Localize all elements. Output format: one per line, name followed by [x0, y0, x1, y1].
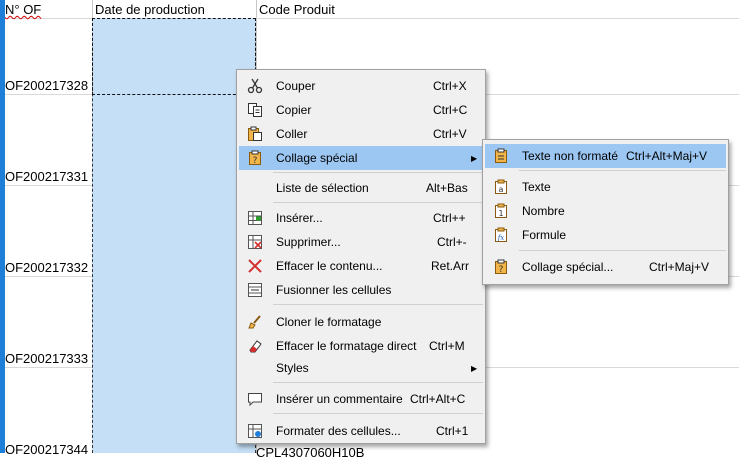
menu-item-label: Supprimer... — [276, 235, 341, 249]
menu-item-label: Insérer... — [276, 211, 323, 225]
menu-item-label: Effacer le formatage direct — [276, 339, 417, 353]
unformatted-text-icon — [493, 148, 509, 164]
number-icon: 1 — [493, 203, 509, 219]
of-cell[interactable]: OF200217344 — [5, 442, 88, 458]
menu-item-label: Styles — [276, 361, 309, 375]
paste-special-icon: ? — [493, 259, 509, 275]
menu-item-label: Couper — [276, 79, 316, 93]
active-cell[interactable] — [92, 18, 256, 95]
menu-separator — [273, 202, 483, 203]
of-cell[interactable]: OF200217332 — [5, 260, 88, 276]
menu-shortcut: Alt+Bas — [426, 181, 468, 195]
submenu-item-text[interactable]: a Texte — [485, 175, 726, 199]
format-cells-icon — [247, 423, 263, 439]
menu-item-label: Copier — [276, 103, 312, 117]
menu-item-clear-contents[interactable]: Effacer le contenu... Ret.Arr — [239, 254, 483, 278]
paste-special-icon: ? — [247, 150, 263, 166]
menu-item-label: Fusionner les cellules — [276, 283, 392, 297]
menu-item-label: Liste de sélection — [276, 181, 369, 195]
insert-cells-icon — [247, 210, 263, 226]
context-menu: Couper Ctrl+X Copier Ctrl+C Coller Ctrl+… — [236, 69, 486, 444]
menu-item-label: Formater des cellules... — [276, 424, 401, 438]
menu-shortcut: Ret.Arr — [431, 259, 470, 273]
menu-item-label: Effacer le contenu... — [276, 259, 383, 273]
menu-item-insert-comment[interactable]: Insérer un commentaire Ctrl+Alt+C — [239, 387, 483, 411]
formula-icon: fx — [493, 227, 509, 243]
svg-text:fx: fx — [497, 234, 505, 242]
menu-item-insert[interactable]: Insérer... Ctrl++ — [239, 206, 483, 230]
submenu-item-unformatted-text[interactable]: Texte non formaté Ctrl+Alt+Maj+V — [485, 144, 726, 168]
menu-separator — [273, 304, 483, 305]
menu-separator — [273, 382, 483, 383]
menu-item-label: Collage spécial — [276, 151, 358, 165]
scissors-icon — [247, 78, 263, 94]
menu-item-label: Cloner le formatage — [276, 315, 382, 329]
menu-separator — [273, 413, 483, 414]
submenu-item-formula[interactable]: fx Formule — [485, 223, 726, 247]
menu-item-delete[interactable]: Supprimer... Ctrl+- — [239, 230, 483, 254]
row-selection-indicator — [0, 0, 5, 453]
menu-item-clear-direct-formatting[interactable]: Effacer le formatage direct Ctrl+M — [239, 334, 483, 358]
svg-text:1: 1 — [498, 209, 503, 218]
delete-cells-icon — [247, 234, 263, 250]
menu-shortcut: Ctrl+Alt+C — [410, 392, 466, 406]
submenu-item-label: Nombre — [522, 204, 565, 218]
svg-text:?: ? — [253, 156, 258, 166]
menu-shortcut: Ctrl+V — [433, 127, 467, 141]
submenu-item-label: Collage spécial... — [522, 260, 614, 274]
menu-shortcut: Ctrl+X — [433, 79, 467, 93]
of-cell[interactable]: OF200217333 — [5, 351, 88, 367]
menu-item-label: Coller — [276, 127, 308, 141]
eraser-icon — [247, 338, 263, 354]
comment-icon — [247, 391, 263, 407]
submenu-item-label: Formule — [522, 228, 567, 242]
header-code[interactable]: Code Produit — [259, 2, 335, 18]
header-of-label: N° OF — [5, 2, 42, 17]
submenu-item-number[interactable]: 1 Nombre — [485, 199, 726, 223]
of-cell[interactable]: OF200217328 — [5, 78, 88, 94]
submenu-item-label: Texte — [522, 180, 551, 194]
menu-item-paste-special[interactable]: ? Collage spécial ▶ — [239, 146, 483, 170]
submenu-shortcut: Ctrl+Alt+Maj+V — [626, 149, 708, 163]
menu-shortcut: Ctrl+1 — [436, 424, 469, 438]
submenu-shortcut: Ctrl+Maj+V — [649, 260, 710, 274]
menu-item-cut[interactable]: Couper Ctrl+X — [239, 74, 483, 98]
svg-text:?: ? — [499, 265, 504, 275]
submenu-item-paste-special[interactable]: ? Collage spécial... Ctrl+Maj+V — [485, 255, 726, 279]
menu-item-label: Insérer un commentaire — [276, 392, 403, 406]
menu-shortcut: Ctrl+M — [429, 339, 465, 353]
merge-cells-icon — [247, 282, 263, 298]
submenu-arrow-icon: ▶ — [471, 153, 478, 163]
menu-shortcut: Ctrl+- — [437, 235, 467, 249]
text-icon: a — [493, 179, 509, 195]
menu-shortcut: Ctrl++ — [433, 211, 466, 225]
submenu-item-label: Texte non formaté — [522, 149, 619, 163]
menu-item-paste[interactable]: Coller Ctrl+V — [239, 122, 483, 146]
svg-text:a: a — [499, 185, 504, 194]
header-date[interactable]: Date de production — [95, 2, 205, 18]
menu-shortcut: Ctrl+C — [433, 103, 468, 117]
clipboard-icon — [247, 126, 263, 142]
menu-item-merge-cells[interactable]: Fusionner les cellules — [239, 278, 483, 302]
menu-item-copy[interactable]: Copier Ctrl+C — [239, 98, 483, 122]
code-cell[interactable]: CPL4307060H10B — [256, 445, 364, 461]
menu-item-clone-formatting[interactable]: Cloner le formatage — [239, 310, 483, 334]
copy-icon — [247, 102, 263, 118]
menu-separator — [273, 172, 483, 173]
menu-separator — [519, 250, 726, 251]
red-x-icon — [247, 258, 263, 274]
menu-item-styles[interactable]: Styles ▶ — [239, 356, 483, 380]
submenu-arrow-icon: ▶ — [471, 363, 478, 373]
of-cell[interactable]: OF200217331 — [5, 169, 88, 185]
header-of[interactable]: N° OF — [5, 2, 41, 18]
menu-item-selection-list[interactable]: Liste de sélection Alt+Bas — [239, 176, 483, 200]
paintbrush-icon — [247, 314, 263, 330]
menu-separator — [519, 170, 726, 171]
paste-special-submenu: Texte non formaté Ctrl+Alt+Maj+V a Texte… — [482, 139, 729, 285]
menu-item-format-cells[interactable]: Formater des cellules... Ctrl+1 — [239, 419, 483, 443]
